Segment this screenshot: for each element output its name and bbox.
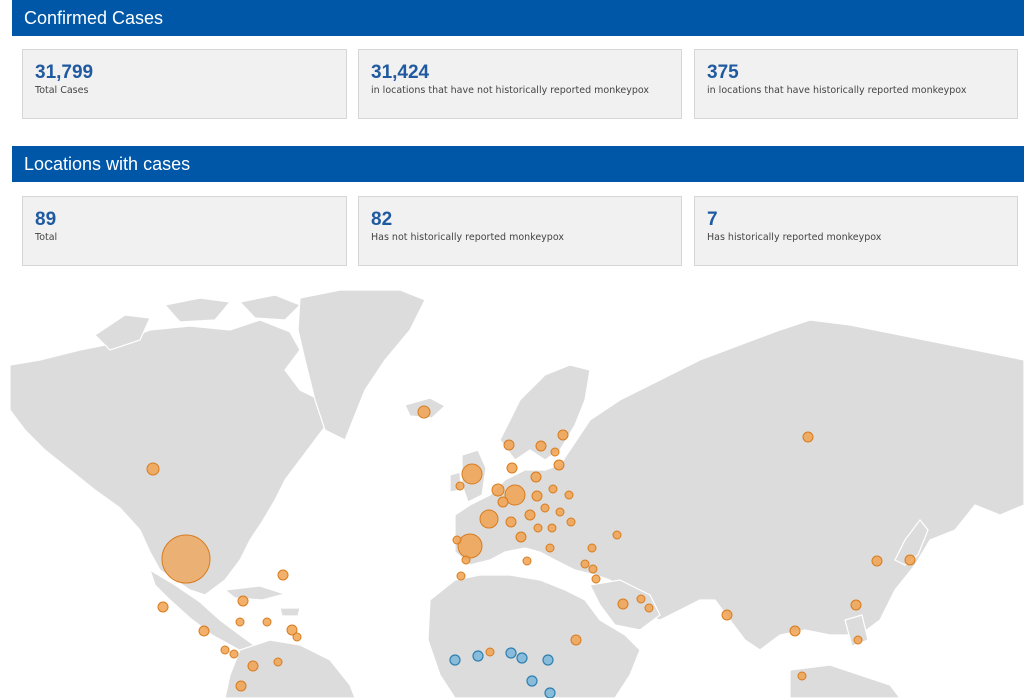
case-bubble[interactable] [548,484,558,494]
case-bubble[interactable] [588,564,598,574]
case-bubble[interactable] [533,523,543,533]
case-bubble[interactable] [247,660,259,672]
case-bubble[interactable] [273,657,283,667]
case-bubble[interactable] [591,574,601,584]
confirmed-cases-title: Confirmed Cases [24,8,164,28]
case-bubble[interactable] [797,671,807,681]
historical-case-bubble[interactable] [526,675,538,687]
historical-case-bubble[interactable] [544,687,556,698]
case-bubble[interactable] [871,555,883,567]
case-bubble[interactable] [850,599,862,611]
historical-case-bubble[interactable] [449,654,461,666]
case-bubble[interactable] [553,459,565,471]
stat-card-historical-locations: 7 Has historically reported monkeypox [694,196,1018,266]
case-bubble[interactable] [491,483,505,497]
stat-card-historical-cases: 375 in locations that have historically … [694,49,1018,119]
stat-value: 31,799 [35,62,94,83]
case-bubble[interactable] [550,447,560,457]
stat-label: Has not historically reported monkeypox [371,232,564,243]
stat-value: 375 [707,62,739,83]
case-bubble[interactable] [456,571,466,581]
case-bubble[interactable] [570,634,582,646]
stat-label: Has historically reported monkeypox [707,232,882,243]
case-bubble[interactable] [557,429,569,441]
case-bubble[interactable] [479,509,499,529]
case-bubble[interactable] [237,595,249,607]
case-bubble-large[interactable] [161,534,211,584]
historical-case-bubble[interactable] [516,652,528,664]
case-bubble[interactable] [515,531,527,543]
case-bubble[interactable] [497,496,509,508]
case-bubble[interactable] [457,533,483,559]
stat-label: in locations that have not historically … [371,85,650,96]
case-bubble[interactable] [235,617,245,627]
case-bubble[interactable] [531,490,543,502]
case-bubble[interactable] [146,462,160,476]
case-bubble[interactable] [506,462,518,474]
case-bubble[interactable] [235,680,247,692]
locations-title: Locations with cases [24,154,191,174]
confirmed-cases-header: Confirmed Cases [12,0,1024,36]
case-bubble[interactable] [452,535,462,545]
case-bubble[interactable] [229,649,239,659]
case-bubble[interactable] [721,609,733,621]
case-bubble[interactable] [522,556,532,566]
stat-label: Total Cases [35,85,89,96]
stat-label: Total [35,232,58,243]
stat-card-non-historical-cases: 31,424 in locations that have not histor… [358,49,682,119]
case-bubble[interactable] [566,517,576,527]
stat-card-total-locations: 89 Total [22,196,347,266]
case-bubble[interactable] [853,635,863,645]
case-bubble[interactable] [580,559,590,569]
case-bubble[interactable] [904,554,916,566]
case-bubble[interactable] [503,439,515,451]
case-bubble[interactable] [461,463,483,485]
case-bubble[interactable] [157,601,169,613]
case-bubble[interactable] [535,440,547,452]
stat-card-non-historical-locations: 82 Has not historically reported monkeyp… [358,196,682,266]
case-bubble[interactable] [417,405,431,419]
stat-value: 31,424 [371,62,430,83]
case-bubble[interactable] [547,523,557,533]
case-bubble[interactable] [540,503,550,513]
historical-case-bubble[interactable] [505,647,517,659]
case-bubble[interactable] [530,471,542,483]
world-map[interactable] [0,290,1024,698]
case-bubble[interactable] [564,490,574,500]
case-bubble[interactable] [545,543,555,553]
stat-value: 7 [707,209,718,230]
case-bubble[interactable] [262,617,272,627]
case-bubble[interactable] [485,647,495,657]
land-caribbean [223,585,301,617]
historical-case-bubble[interactable] [472,650,484,662]
case-bubble[interactable] [636,594,646,604]
case-bubble[interactable] [505,516,517,528]
case-bubble[interactable] [277,569,289,581]
case-bubble[interactable] [198,625,210,637]
stat-card-total-cases: 31,799 Total Cases [22,49,347,119]
stat-value: 89 [35,209,57,230]
case-bubble[interactable] [587,543,597,553]
historical-case-bubble[interactable] [542,654,554,666]
case-bubble[interactable] [524,509,536,521]
case-bubble[interactable] [555,507,565,517]
case-bubble[interactable] [612,530,622,540]
case-bubble[interactable] [789,625,801,637]
stat-value: 82 [371,209,393,230]
case-bubble[interactable] [461,555,471,565]
locations-header: Locations with cases [12,146,1024,182]
case-bubble[interactable] [220,645,230,655]
stat-label: in locations that have historically repo… [707,85,967,96]
case-bubble[interactable] [292,632,302,642]
case-bubble[interactable] [802,431,814,443]
case-bubble[interactable] [617,598,629,610]
case-bubble[interactable] [644,603,654,613]
case-bubble[interactable] [455,481,465,491]
